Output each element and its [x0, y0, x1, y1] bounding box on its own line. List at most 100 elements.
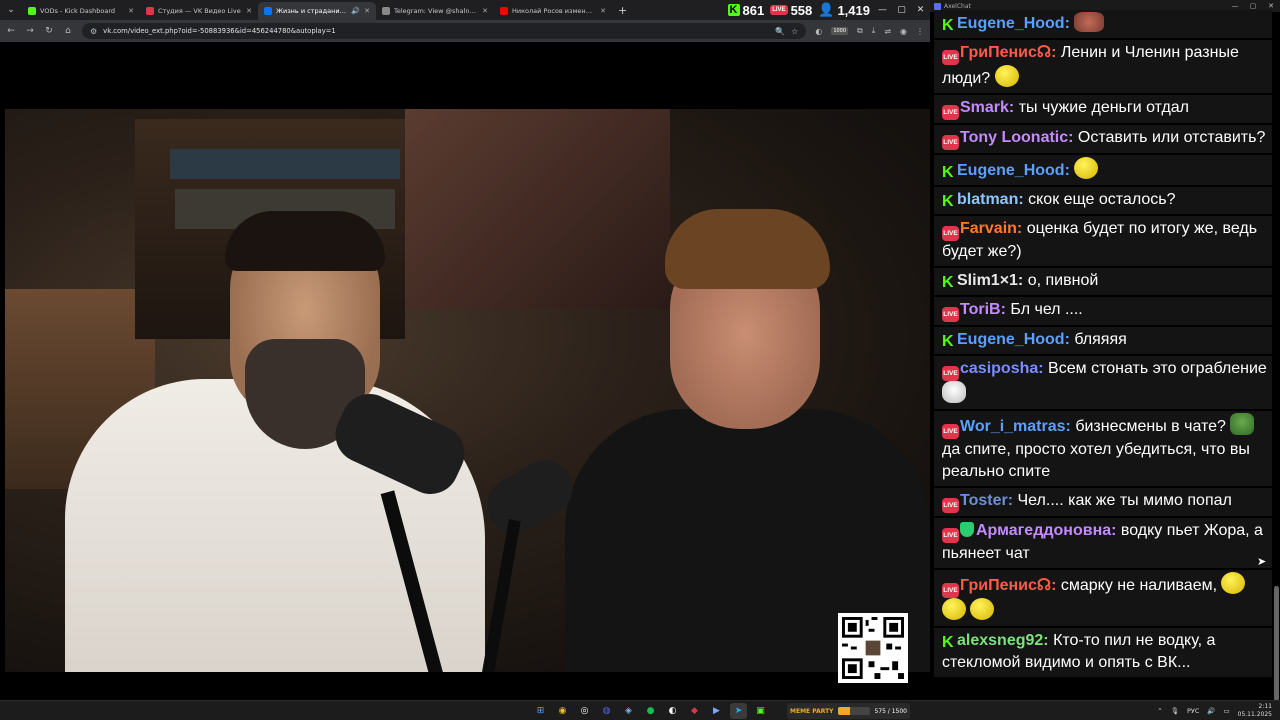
close-icon[interactable]: ✕: [246, 7, 252, 15]
chat-message: K Eugene_Hood:: [934, 155, 1272, 185]
profile-icon[interactable]: ◉: [900, 27, 907, 36]
kick-icon: K: [942, 634, 954, 651]
extension-icon[interactable]: ◐: [815, 27, 822, 36]
vk-live-icon: LIVE: [942, 583, 959, 598]
chat-scrollbar[interactable]: [1274, 16, 1279, 701]
chat-username[interactable]: Wor_i_matras:: [960, 418, 1071, 435]
chat-username[interactable]: Smark:: [960, 99, 1014, 116]
close-icon[interactable]: ✕: [911, 5, 930, 15]
qr-code: [838, 613, 908, 683]
extension-badge[interactable]: 1000: [831, 27, 849, 35]
kick-icon: K: [727, 4, 740, 16]
meme-party-widget[interactable]: MEME PARTY 575 / 1500: [787, 703, 910, 719]
live-viewers: LIVE 558: [770, 3, 812, 18]
chat-username[interactable]: Toster:: [960, 492, 1013, 509]
chat-username[interactable]: ГриПенис☊:: [960, 44, 1056, 61]
chat-username[interactable]: ГриПенис☊:: [960, 577, 1056, 594]
language-indicator[interactable]: РУС: [1187, 707, 1199, 715]
new-tab-button[interactable]: +: [612, 4, 633, 17]
chat-message: K Eugene_Hood: бляяяя: [934, 327, 1272, 354]
tab-telegram[interactable]: Telegram: View @shalnyak ✕: [376, 2, 494, 20]
tab-vk-video[interactable]: Жизнь и страдания Романа... 🔊 ✕: [258, 2, 376, 20]
minimize-icon[interactable]: —: [1226, 2, 1244, 10]
tab-youtube[interactable]: Николай Росов изменит дома... ✕: [494, 2, 612, 20]
clock[interactable]: 2:11 05.11.2025: [1238, 703, 1272, 719]
emote-face-icon: [1074, 12, 1105, 32]
qr-code-pattern: [842, 617, 904, 679]
chat-message-list[interactable]: K Eugene_Hood: LIVE ГриПенис☊: Ленин и Чле…: [934, 10, 1272, 698]
vk-live-icon: [146, 7, 154, 15]
chat-username[interactable]: Eugene_Hood:: [957, 162, 1070, 179]
vk-live-icon: LIVE: [942, 226, 959, 241]
tab-search-icon[interactable]: ⌄: [0, 0, 22, 20]
mic-icon[interactable]: 🎙: [1171, 707, 1179, 715]
spotify-icon[interactable]: ●: [642, 703, 659, 719]
volume-icon[interactable]: 🔊: [1207, 707, 1215, 715]
discord-icon[interactable]: ◍: [598, 703, 615, 719]
clock-date: 05.11.2025: [1237, 711, 1272, 718]
steam-icon[interactable]: ◈: [620, 703, 637, 719]
chat-window: AxelChat — ▢ ✕ K Eugene_Hood: LIVE ГриПени…: [930, 0, 1280, 701]
close-icon[interactable]: ✕: [600, 7, 606, 15]
menu-icon[interactable]: ⋮: [916, 27, 924, 36]
extensions-icon[interactable]: ⧉: [857, 26, 863, 36]
forward-icon[interactable]: →: [25, 26, 35, 36]
site-info-icon[interactable]: ⚙: [90, 27, 97, 36]
maximize-icon[interactable]: ▢: [1244, 2, 1262, 10]
camera-icon[interactable]: ◎: [576, 703, 593, 719]
chat-username[interactable]: blatman:: [957, 191, 1024, 208]
video-player[interactable]: [0, 42, 930, 700]
app-icon[interactable]: ▣: [752, 703, 769, 719]
chat-username[interactable]: casiposha:: [960, 360, 1044, 377]
vk-live-icon: LIVE: [942, 50, 959, 65]
reload-icon[interactable]: ↻: [44, 26, 54, 36]
vk-live-icon: LIVE: [942, 307, 959, 322]
chat-message: LIVE ToriB: Бл чел ....: [934, 297, 1272, 325]
chat-username[interactable]: alexsneg92:: [957, 632, 1049, 649]
chat-username[interactable]: ToriB:: [960, 301, 1006, 318]
chat-username[interactable]: Tony Loonatic:: [960, 129, 1073, 146]
address-bar[interactable]: ⚙ vk.com/video_ext.php?oid=-50883936&id=…: [82, 23, 807, 39]
chat-message: Kblatman: скок еще осталось?: [934, 187, 1272, 214]
chat-username[interactable]: Eugene_Hood:: [957, 331, 1070, 348]
home-icon[interactable]: ⌂: [63, 26, 73, 36]
screen: ⌄ VODs - Kick Dashboard ✕ Студия — VK Ви…: [0, 0, 1280, 720]
maximize-icon[interactable]: ▢: [892, 5, 911, 15]
emote-yellow-icon: [942, 598, 966, 620]
zoom-icon[interactable]: 🔍: [775, 27, 785, 36]
chat-username[interactable]: Eugene_Hood:: [957, 15, 1070, 32]
game-icon[interactable]: ◆: [686, 703, 703, 719]
chat-window-controls: — ▢ ✕: [1226, 2, 1280, 10]
chat-text: Оставить или отставить?: [1077, 129, 1266, 146]
speaker-icon[interactable]: 🔊: [351, 7, 360, 15]
tab-vk-studio[interactable]: Студия — VK Видео Live ✕: [140, 2, 258, 20]
obs-icon[interactable]: ◐: [664, 703, 681, 719]
chrome-icon[interactable]: ◉: [554, 703, 571, 719]
chat-username[interactable]: Farvain:: [960, 220, 1022, 237]
close-icon[interactable]: ✕: [482, 7, 488, 15]
notification-icon[interactable]: ▭: [1223, 707, 1229, 715]
emote-yellow-icon: [970, 598, 995, 620]
chat-username[interactable]: Slim1×1:: [957, 272, 1023, 289]
telegram-icon[interactable]: ➤: [730, 703, 747, 719]
bookmark-star-icon[interactable]: ☆: [791, 27, 798, 36]
chat-text: бизнесмены в чате?: [1075, 418, 1226, 435]
start-icon[interactable]: ⊞: [532, 703, 549, 719]
tab-label: VODs - Kick Dashboard: [40, 7, 116, 15]
scroll-thumb[interactable]: [1274, 586, 1279, 701]
close-icon[interactable]: ✕: [128, 7, 134, 15]
back-icon[interactable]: ←: [6, 26, 16, 36]
chat-username[interactable]: Армагеддоновна:: [976, 522, 1116, 539]
cast-icon[interactable]: ⇌: [884, 27, 891, 36]
guest-right: [565, 209, 930, 672]
kick-icon: K: [942, 274, 954, 291]
close-icon[interactable]: ✕: [364, 7, 370, 15]
download-icon[interactable]: ⤓: [872, 26, 876, 36]
emote-yellow-icon: [994, 65, 1019, 87]
tab-kick-dashboard[interactable]: VODs - Kick Dashboard ✕: [22, 2, 140, 20]
chevron-up-icon[interactable]: ⌃: [1157, 707, 1162, 715]
minimize-icon[interactable]: —: [873, 5, 892, 15]
window-controls: — ▢ ✕: [873, 0, 930, 20]
close-icon[interactable]: ✕: [1262, 2, 1280, 10]
media-icon[interactable]: ▶: [708, 703, 725, 719]
